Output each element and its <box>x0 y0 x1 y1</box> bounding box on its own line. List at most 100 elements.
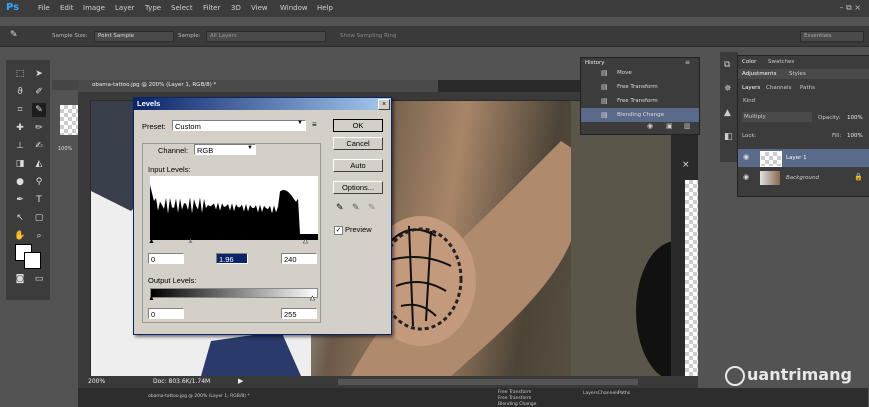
menu-type[interactable]: Type <box>145 4 161 12</box>
visibility-eye-icon[interactable]: ◉ <box>743 173 749 181</box>
menu-image[interactable]: Image <box>83 4 105 12</box>
crop-tool-icon[interactable]: ⌗ <box>13 103 27 117</box>
input-gamma-field[interactable]: 1.96 <box>216 253 248 264</box>
shape-tool-icon[interactable]: ▢ <box>32 211 46 225</box>
visibility-eye-icon[interactable]: ◉ <box>743 153 749 161</box>
options-button[interactable]: Options... <box>333 181 383 194</box>
tab-channels[interactable]: Channels <box>766 85 791 91</box>
tab-swatches[interactable]: Swatches <box>768 59 794 65</box>
layer-row-layer-1[interactable]: ◉ Layer 1 <box>738 149 869 167</box>
black-point-eyedropper-icon[interactable]: ✎ <box>336 202 344 213</box>
white-point-eyedropper-icon[interactable]: ✎ <box>368 202 376 213</box>
chevron-down-icon[interactable]: ▼ <box>247 145 253 151</box>
output-white-field[interactable]: 255 <box>281 308 317 319</box>
new-snapshot-icon[interactable]: ◉ <box>647 122 653 130</box>
output-black-field[interactable]: 0 <box>148 308 184 319</box>
pen-tool-icon[interactable]: ✒ <box>13 193 27 207</box>
history-state-item[interactable]: ▤ Free Transform <box>581 94 699 108</box>
panel-menu-icon[interactable]: ≡ <box>685 59 690 66</box>
tab-color[interactable]: Color <box>742 59 756 65</box>
hand-tool-icon[interactable]: ✋ <box>13 229 27 243</box>
output-white-slider[interactable]: ▲ <box>309 295 316 303</box>
fill-value[interactable]: 100% <box>847 133 863 139</box>
quick-mask-icon[interactable]: ◙ <box>13 272 27 286</box>
doc-size-info[interactable]: Doc: 803.6K/1.74M <box>153 378 210 385</box>
input-white-slider[interactable]: ▲ <box>302 238 309 246</box>
auto-button[interactable]: Auto <box>333 159 383 172</box>
chevron-down-icon[interactable]: ▼ <box>297 120 303 126</box>
quick-select-tool-icon[interactable]: ✐ <box>32 85 46 99</box>
eyedropper-tool-icon[interactable]: ✎ <box>32 103 46 117</box>
history-panel-icon[interactable]: ⧉ <box>724 60 730 70</box>
dialog-close-button[interactable]: × <box>378 99 390 110</box>
histogram <box>150 176 318 240</box>
clone-stamp-tool-icon[interactable]: ⊥ <box>13 139 27 153</box>
preset-select[interactable]: Custom <box>172 120 306 131</box>
play-arrow-icon[interactable]: ▶ <box>238 377 243 385</box>
filter-kind-label[interactable]: Kind <box>743 98 755 104</box>
workspace-select[interactable]: Essentials <box>800 31 864 42</box>
marquee-tool-icon[interactable]: ⬚ <box>13 67 27 81</box>
gradient-tool-icon[interactable]: ◭ <box>32 157 46 171</box>
ok-button[interactable]: OK <box>333 119 383 132</box>
horizontal-scrollbar[interactable] <box>338 379 638 385</box>
history-state-item[interactable]: ▤ Free Transform <box>581 80 699 94</box>
input-white-field[interactable]: 240 <box>281 253 317 264</box>
healing-brush-tool-icon[interactable]: ✚ <box>13 121 27 135</box>
menu-edit[interactable]: Edit <box>60 4 74 12</box>
eraser-tool-icon[interactable]: ◨ <box>13 157 27 171</box>
brush-tool-icon[interactable]: ✏ <box>32 121 46 135</box>
tab-adjustments[interactable]: Adjustments <box>742 71 776 77</box>
move-tool-icon[interactable]: ➤ <box>32 67 46 81</box>
menu-layer[interactable]: Layer <box>115 4 135 12</box>
input-gamma-slider[interactable]: ▲ <box>187 238 194 245</box>
screen-mode-icon[interactable]: ▭ <box>32 272 46 286</box>
history-brush-tool-icon[interactable]: ✍ <box>32 139 46 153</box>
document-tab[interactable]: obama-tattoo.jpg @ 200% (Layer 1, RGB/8)… <box>78 80 438 92</box>
menu-file[interactable]: File <box>38 4 50 12</box>
properties-panel-icon[interactable]: ▲ <box>724 108 731 118</box>
blur-tool-icon[interactable]: ● <box>13 175 27 189</box>
history-state-item[interactable]: ▤ Blending Change <box>581 108 699 122</box>
eyedropper-tool-icon[interactable]: ✎ <box>10 30 18 40</box>
sample-size-select[interactable]: Point Sample <box>94 31 174 42</box>
type-tool-icon[interactable]: T <box>32 193 46 207</box>
preview-checkbox[interactable]: ✓ <box>334 226 343 235</box>
zoom-level[interactable]: 200% <box>88 378 105 385</box>
tab-paths[interactable]: Paths <box>800 85 815 91</box>
sample-select[interactable]: All Layers <box>206 31 326 42</box>
menu-view[interactable]: View <box>251 4 268 12</box>
menu-window[interactable]: Window <box>280 4 308 12</box>
show-sampling-ring-checkbox[interactable]: Show Sampling Ring <box>340 33 396 39</box>
tab-layers[interactable]: Layers <box>742 85 760 91</box>
input-black-field[interactable]: 0 <box>148 253 184 264</box>
dodge-tool-icon[interactable]: ⚲ <box>32 175 46 189</box>
lasso-tool-icon[interactable]: ϑ <box>13 85 27 99</box>
history-state-label: Blending Change <box>617 112 664 118</box>
menu-select[interactable]: Select <box>171 4 193 12</box>
history-step-icon: ▤ <box>601 97 608 105</box>
trash-icon[interactable]: ▥ <box>684 122 691 130</box>
adjustments-panel-icon[interactable]: ✵ <box>724 84 732 94</box>
background-color-swatch[interactable] <box>24 252 41 269</box>
close-icon[interactable]: × <box>682 160 698 170</box>
gray-point-eyedropper-icon[interactable]: ✎ <box>352 202 360 213</box>
input-black-slider[interactable]: ▲ <box>148 238 155 245</box>
info-panel-icon[interactable]: ◧ <box>724 132 733 142</box>
blend-mode-select[interactable]: Multiply <box>742 112 812 122</box>
output-black-slider[interactable]: ▲ <box>148 295 155 302</box>
layer-row-background[interactable]: ◉ Background 🔒 <box>738 169 869 187</box>
camera-icon[interactable]: ▣ <box>666 122 673 130</box>
tab-styles[interactable]: Styles <box>789 71 806 77</box>
menu-help[interactable]: Help <box>317 4 333 12</box>
menu-filter[interactable]: Filter <box>203 4 220 12</box>
opacity-value[interactable]: 100% <box>847 115 863 121</box>
menu-3d[interactable]: 3D <box>231 4 241 12</box>
canvas-transparency-strip <box>685 180 698 376</box>
window-controls[interactable]: – ⧉ × <box>839 3 861 13</box>
path-select-tool-icon[interactable]: ↖ <box>13 211 27 225</box>
history-state-item[interactable]: ▤ Move <box>581 66 699 80</box>
preset-options-icon[interactable]: ≡ <box>312 120 317 129</box>
cancel-button[interactable]: Cancel <box>333 137 383 150</box>
zoom-tool-icon[interactable]: ⌕ <box>32 229 46 243</box>
